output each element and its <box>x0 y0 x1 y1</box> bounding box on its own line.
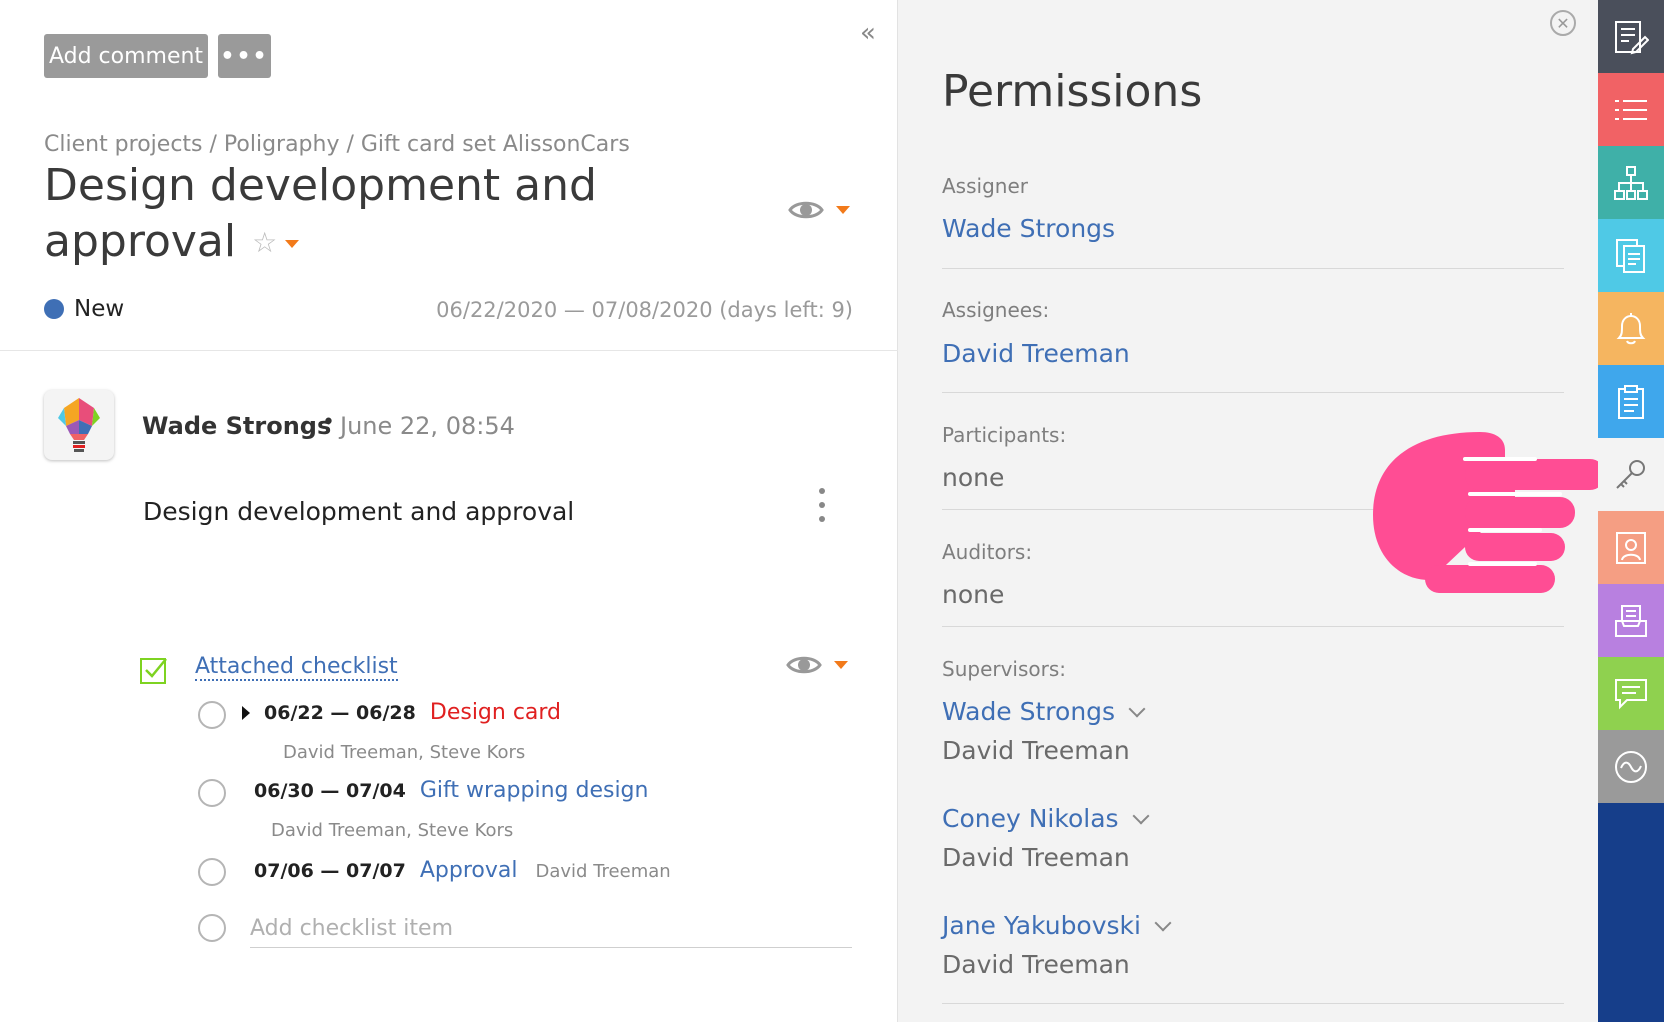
edit-list-icon <box>1615 20 1649 54</box>
sidebar-item-inbox[interactable] <box>1598 584 1664 657</box>
supervisor-link[interactable]: Jane Yakubovski <box>942 911 1172 940</box>
checklist-dropdown-icon[interactable] <box>834 661 848 669</box>
assigner-label: Assigner <box>942 174 1028 198</box>
add-comment-button[interactable]: Add comment <box>44 34 208 78</box>
activity-icon <box>1615 750 1647 783</box>
participants-label: Participants: <box>942 423 1067 447</box>
comment-text: Design development and approval <box>143 497 575 526</box>
supervisor-subordinate: David Treeman <box>942 950 1130 979</box>
chevron-down-icon[interactable] <box>1154 914 1172 931</box>
star-icon[interactable]: ☆ <box>252 226 277 259</box>
chat-icon <box>1615 678 1647 709</box>
sidebar-item-documents[interactable] <box>1598 219 1664 292</box>
checklist-checkbox-icon[interactable] <box>139 655 169 685</box>
pointing-hand-icon <box>1373 432 1605 593</box>
comment-menu-icon[interactable] <box>818 488 826 522</box>
chevron-down-icon[interactable] <box>1128 700 1146 717</box>
documents-icon <box>1616 238 1645 273</box>
supervisors-label: Supervisors: <box>942 657 1067 681</box>
divider <box>942 1003 1564 1004</box>
contact-icon <box>1616 531 1646 564</box>
clipboard-icon <box>1618 384 1644 419</box>
checklist-item-name[interactable]: Gift wrapping design <box>420 778 649 803</box>
checklist-item-dates: 06/22 — 06/28 <box>264 702 416 724</box>
comment-author[interactable]: Wade Strongs <box>142 412 331 440</box>
checklist-item-dates: 07/06 — 07/07 <box>254 860 406 882</box>
chevron-down-icon[interactable] <box>1132 807 1150 824</box>
add-item-checkbox <box>198 914 226 942</box>
checklist-item[interactable]: 06/30 — 07/04 Gift wrapping design <box>254 778 648 803</box>
more-actions-button[interactable]: ••• <box>218 34 271 78</box>
supervisor-link[interactable]: Coney Nikolas <box>942 804 1150 833</box>
sidebar-item-notifications[interactable] <box>1598 292 1664 365</box>
assignee-link[interactable]: David Treeman <box>942 339 1130 368</box>
panel-title: Permissions <box>942 66 1203 117</box>
list-icon <box>1615 99 1647 120</box>
sidebar-item-permissions[interactable] <box>1598 438 1664 511</box>
add-checklist-item-input[interactable]: Add checklist item <box>250 916 852 948</box>
eye-icon[interactable] <box>786 653 822 677</box>
checklist-item-checkbox[interactable] <box>198 779 226 807</box>
expand-arrow-icon[interactable] <box>242 705 250 720</box>
bell-icon <box>1616 312 1646 344</box>
lightbulb-avatar-icon <box>58 398 100 452</box>
status-label: New <box>74 296 125 322</box>
assignees-label: Assignees: <box>942 298 1050 322</box>
supervisor-name[interactable]: Jane Yakubovski <box>942 911 1141 940</box>
checklist-title-link[interactable]: Attached checklist <box>195 654 398 681</box>
checklist-item-dates: 06/30 — 07/04 <box>254 780 406 802</box>
right-icon-bar <box>1598 0 1664 1022</box>
checklist-watch-toggle[interactable] <box>786 653 848 677</box>
checklist-item[interactable]: 07/06 — 07/07 Approval David Treeman <box>254 858 671 883</box>
checklist-item-checkbox[interactable] <box>198 858 226 886</box>
status-dot-icon <box>44 299 64 319</box>
sidebar-item-activity[interactable] <box>1598 730 1664 803</box>
inbox-icon <box>1615 604 1647 637</box>
divider <box>942 392 1564 393</box>
supervisor-name[interactable]: Coney Nikolas <box>942 804 1119 833</box>
supervisor-link[interactable]: Wade Strongs <box>942 697 1146 726</box>
eye-icon[interactable] <box>788 198 824 222</box>
close-icon[interactable]: ✕ <box>1550 10 1576 36</box>
supervisor-subordinate: David Treeman <box>942 736 1130 765</box>
divider <box>942 268 1564 269</box>
checklist-item-assignees: David Treeman, Steve Kors <box>283 742 526 763</box>
divider <box>942 626 1564 627</box>
key-icon <box>1616 459 1645 489</box>
checklist-item-assignees: David Treeman <box>535 861 671 882</box>
task-title-text: Design development and approval <box>44 160 597 267</box>
supervisor-subordinate: David Treeman <box>942 843 1130 872</box>
sidebar-item-clipboard[interactable] <box>1598 365 1664 438</box>
status-badge[interactable]: New <box>44 296 124 322</box>
task-dates: 06/22/2020 — 07/08/2020 (days left: 9) <box>436 298 853 322</box>
checklist-item-name[interactable]: Design card <box>430 700 561 725</box>
avatar[interactable] <box>44 390 114 460</box>
sidebar-item-edit[interactable] <box>1598 0 1664 73</box>
sidebar-item-hierarchy[interactable] <box>1598 146 1664 219</box>
checklist-item-checkbox[interactable] <box>198 701 226 729</box>
breadcrumb[interactable]: Client projects / Poligraphy / Gift card… <box>44 132 630 157</box>
sidebar-item-chat[interactable] <box>1598 657 1664 730</box>
sidebar-item-list[interactable] <box>1598 73 1664 146</box>
supervisor-name[interactable]: Wade Strongs <box>942 697 1115 726</box>
favorite-dropdown-icon[interactable] <box>285 240 300 248</box>
divider <box>0 350 898 351</box>
watch-dropdown-icon[interactable] <box>836 206 850 214</box>
checklist-item-name[interactable]: Approval <box>420 858 518 883</box>
watch-toggle[interactable] <box>788 198 850 222</box>
auditors-label: Auditors: <box>942 540 1033 564</box>
task-panel: Add comment ••• « Client projects / Poli… <box>0 0 898 1022</box>
collapse-panel-icon[interactable]: « <box>860 18 876 48</box>
comment-separator: • <box>322 410 335 435</box>
task-title: Design development and approval ☆ <box>44 158 684 271</box>
assigner-link[interactable]: Wade Strongs <box>942 214 1115 243</box>
checklist-item-assignees: David Treeman, Steve Kors <box>271 820 514 841</box>
comment-date: June 22, 08:54 <box>340 412 515 440</box>
auditors-value: none <box>942 580 1005 609</box>
participants-value: none <box>942 463 1005 492</box>
sidebar-item-contacts[interactable] <box>1598 511 1664 584</box>
hierarchy-icon <box>1614 165 1648 200</box>
checklist-item[interactable]: 06/22 — 06/28 Design card <box>242 700 561 725</box>
